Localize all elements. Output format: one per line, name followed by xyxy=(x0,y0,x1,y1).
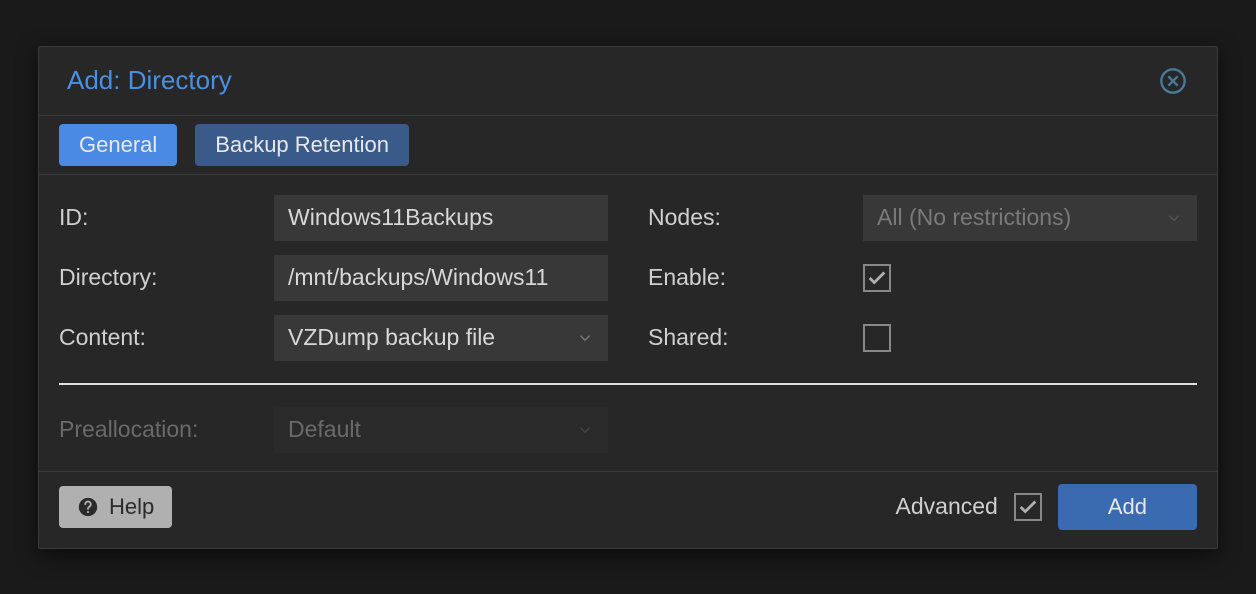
advanced-checkbox[interactable] xyxy=(1014,493,1042,521)
footer-right: Advanced Add xyxy=(896,484,1197,530)
nodes-select[interactable]: All (No restrictions) xyxy=(863,195,1197,241)
row-directory: Directory: xyxy=(59,255,608,301)
dialog-title: Add: Directory xyxy=(67,65,232,96)
tab-general[interactable]: General xyxy=(59,124,177,166)
form-grid-advanced: Preallocation: Default xyxy=(59,407,1197,453)
check-icon xyxy=(866,267,888,289)
preallocation-value: Default xyxy=(288,416,361,443)
id-input[interactable] xyxy=(274,195,608,241)
tab-backup-retention[interactable]: Backup Retention xyxy=(195,124,409,166)
check-icon xyxy=(1017,496,1039,518)
question-circle-icon xyxy=(77,496,99,518)
advanced-label: Advanced xyxy=(896,493,998,520)
content-value: VZDump backup file xyxy=(288,324,495,351)
nodes-label: Nodes: xyxy=(648,204,863,231)
nodes-value: All (No restrictions) xyxy=(877,204,1071,231)
row-enable: Enable: xyxy=(648,255,1197,301)
close-icon xyxy=(1159,67,1187,95)
row-id: ID: xyxy=(59,195,608,241)
preallocation-label: Preallocation: xyxy=(59,416,274,443)
shared-label: Shared: xyxy=(648,324,863,351)
add-button[interactable]: Add xyxy=(1058,484,1197,530)
enable-checkbox[interactable] xyxy=(863,264,891,292)
dialog-footer: Help Advanced Add xyxy=(39,471,1217,548)
row-preallocation: Preallocation: Default xyxy=(59,407,608,453)
row-content: Content: VZDump backup file xyxy=(59,315,608,361)
help-button[interactable]: Help xyxy=(59,486,172,528)
row-nodes: Nodes: All (No restrictions) xyxy=(648,195,1197,241)
enable-label: Enable: xyxy=(648,264,863,291)
id-label: ID: xyxy=(59,204,274,231)
content-select[interactable]: VZDump backup file xyxy=(274,315,608,361)
divider xyxy=(59,383,1197,385)
chevron-down-icon xyxy=(576,421,594,439)
form-grid: ID: Nodes: All (No restrictions) Directo… xyxy=(59,195,1197,361)
form-body: ID: Nodes: All (No restrictions) Directo… xyxy=(39,175,1217,471)
close-button[interactable] xyxy=(1157,65,1189,97)
directory-input[interactable] xyxy=(274,255,608,301)
row-shared: Shared: xyxy=(648,315,1197,361)
chevron-down-icon xyxy=(1165,209,1183,227)
help-label: Help xyxy=(109,494,154,520)
chevron-down-icon xyxy=(576,329,594,347)
tabs-bar: General Backup Retention xyxy=(39,115,1217,175)
add-directory-dialog: Add: Directory General Backup Retention … xyxy=(38,46,1218,549)
content-label: Content: xyxy=(59,324,274,351)
shared-checkbox[interactable] xyxy=(863,324,891,352)
directory-label: Directory: xyxy=(59,264,274,291)
preallocation-select[interactable]: Default xyxy=(274,407,608,453)
dialog-header: Add: Directory xyxy=(39,47,1217,115)
